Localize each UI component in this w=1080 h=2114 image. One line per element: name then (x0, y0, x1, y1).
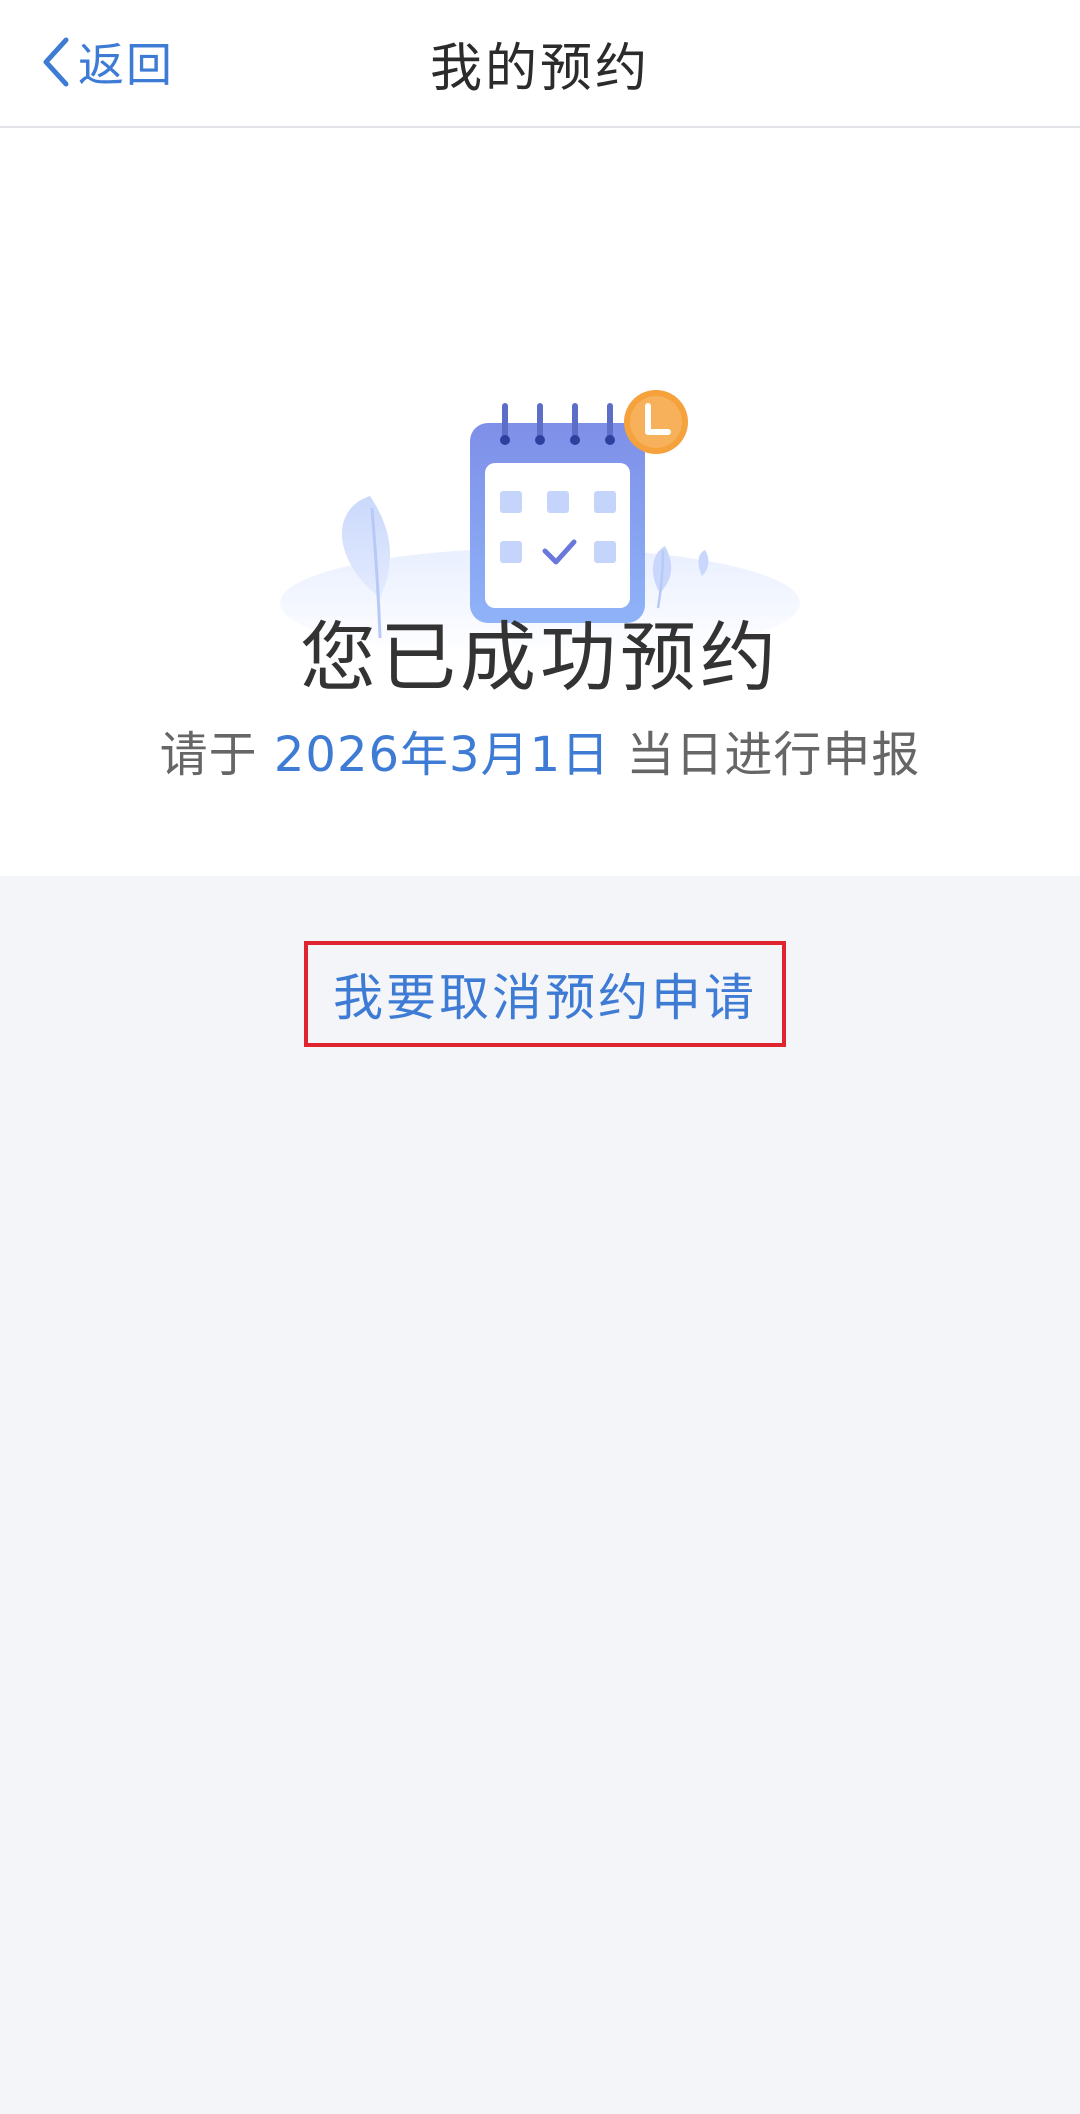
page-title: 我的预约 (429, 39, 650, 99)
success-title: 您已成功预约 (300, 613, 780, 702)
cancel-highlight-box: 我要取消预约申请 (304, 941, 786, 1047)
cancel-appointment-link[interactable]: 我要取消预约申请 (333, 958, 757, 1030)
appointment-instruction: 请于 2026年3月1日 当日进行申报 (0, 715, 1080, 785)
success-panel: 您已成功预约 请于 2026年3月1日 当日进行申报 (0, 128, 1080, 876)
instruction-suffix: 当日进行申报 (610, 727, 921, 783)
navigation-bar: 返回 我的预约 (0, 0, 1080, 128)
page: 返回 我的预约 您已成功预约 请于 2026年3月1日 当日进行申报 我要取消预… (0, 0, 1080, 2114)
appointment-date: 2026年3月1日 (273, 727, 611, 783)
calendar-check-icon (280, 390, 800, 648)
instruction-prefix: 请于 (159, 727, 274, 783)
clock-icon (624, 390, 688, 454)
